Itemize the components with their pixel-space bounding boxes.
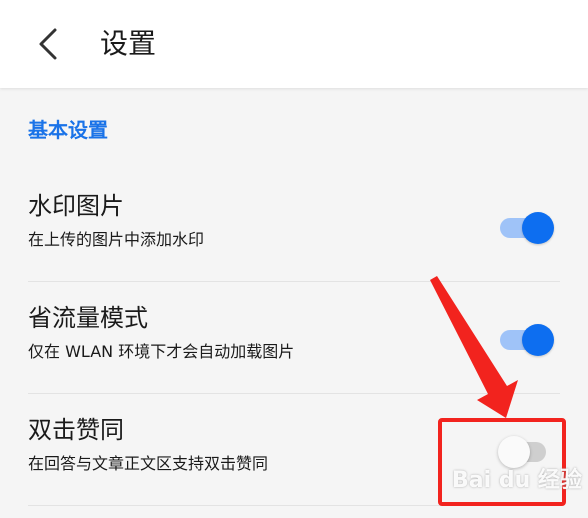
- baidu-watermark: Bai du 经验: [452, 462, 582, 494]
- divider: [28, 393, 560, 394]
- page-title: 设置: [100, 27, 157, 60]
- top-app-bar: 设置: [0, 0, 588, 88]
- watermark-text: Bai du 经验: [452, 468, 582, 493]
- setting-label: 水印图片: [28, 192, 124, 220]
- setting-description: 仅在 WLAN 环境下才会自动加载图片: [28, 342, 295, 361]
- setting-label: 双击赞同: [28, 416, 124, 444]
- watermark-toggle[interactable]: [500, 212, 554, 244]
- setting-description: 在上传的图片中添加水印: [28, 230, 205, 249]
- setting-row-data-saver[interactable]: 省流量模式 仅在 WLAN 环境下才会自动加载图片: [0, 284, 588, 394]
- data-saver-toggle[interactable]: [500, 324, 554, 356]
- section-title-basic: 基本设置: [28, 118, 108, 142]
- divider: [28, 281, 560, 282]
- setting-row-watermark[interactable]: 水印图片 在上传的图片中添加水印: [0, 172, 588, 282]
- setting-label: 省流量模式: [28, 304, 148, 332]
- setting-description: 在回答与文章正文区支持双击赞同: [28, 454, 269, 473]
- chevron-left-icon: [39, 28, 57, 60]
- toggle-knob: [522, 324, 554, 356]
- toggle-knob: [522, 212, 554, 244]
- back-button[interactable]: [30, 24, 66, 64]
